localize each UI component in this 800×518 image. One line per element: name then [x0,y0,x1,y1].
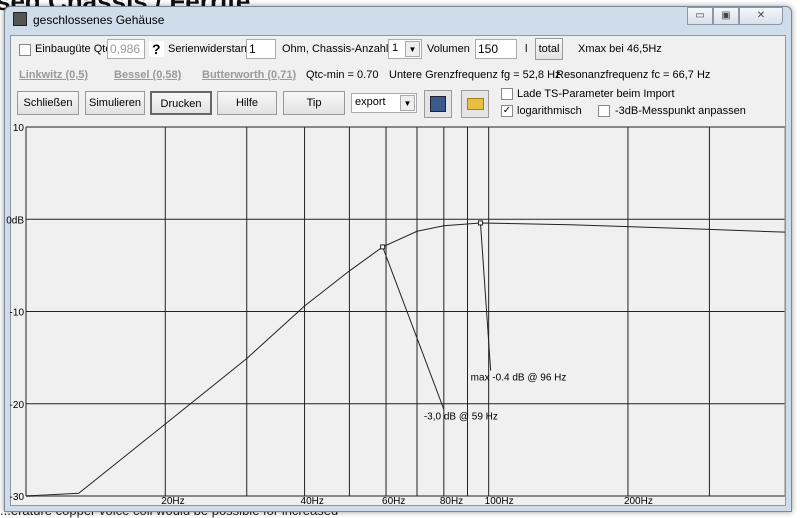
x-tick-label: 60Hz [382,496,405,507]
annotation-marker [380,244,386,250]
x-tick-label: 100Hz [485,496,514,507]
x-tick-label: 200Hz [624,496,653,507]
y-tick-label: 0dB [6,215,24,226]
x-tick-label: 80Hz [440,496,463,507]
annotation-marker [477,220,483,226]
y-tick-label: -20 [10,400,25,411]
x-tick-label: 40Hz [301,496,324,507]
x-tick-label: 20Hz [161,496,184,507]
annotation-label: -3,0 dB @ 59 Hz [424,411,498,422]
y-tick-label: -30 [10,492,25,503]
y-tick-label: -10 [10,308,25,319]
y-tick-label: 10 [13,123,25,134]
frequency-response-chart: 10 0dB -10 -20 -30 20Hz 40Hz 60Hz 80Hz 100Hz 200Hz… [6,123,786,507]
annotation-label: max -0.4 dB @ 96 Hz [471,373,567,384]
